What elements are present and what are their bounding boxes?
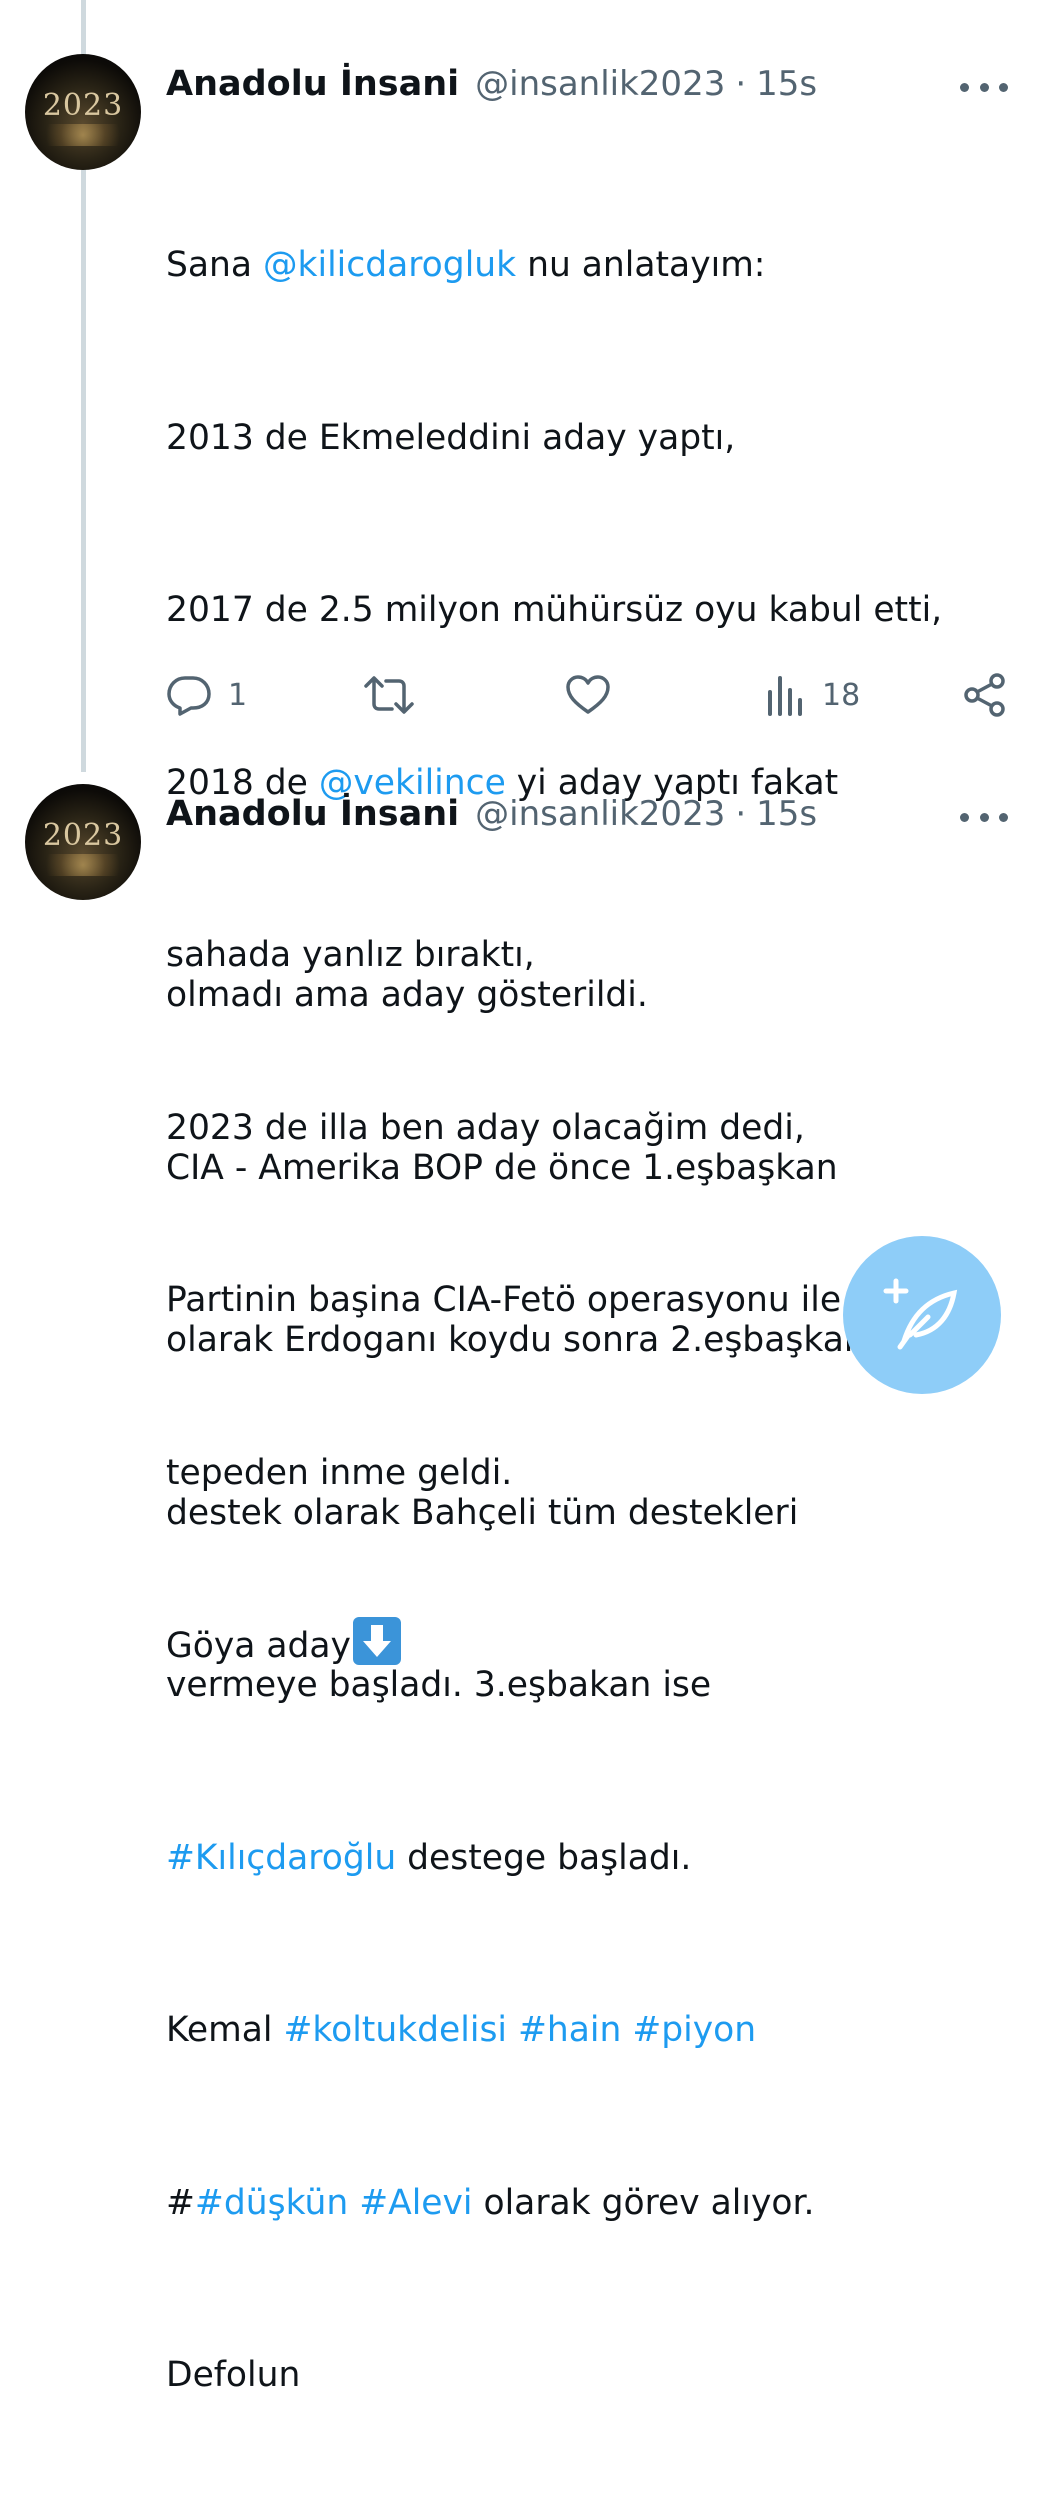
avatar-text: 2023 bbox=[42, 88, 124, 123]
avatar[interactable]: 2023 bbox=[25, 784, 141, 900]
hashtag-link[interactable]: #hain bbox=[518, 2010, 621, 2050]
timestamp[interactable]: 15s bbox=[756, 64, 817, 104]
avatar-text: 2023 bbox=[42, 818, 124, 853]
text-span: Sana bbox=[166, 245, 264, 285]
tweet-line: destek olarak Bahçeli tüm destekleri bbox=[166, 1492, 799, 1533]
timestamp[interactable]: 15s bbox=[756, 794, 817, 834]
text-span: nu anlatayım: bbox=[516, 245, 766, 285]
text-span: Kemal bbox=[166, 2010, 284, 2050]
text-span: # bbox=[166, 2182, 195, 2223]
hashtag-link[interactable]: #piyon bbox=[632, 2010, 756, 2050]
tweet-line: olmadı ama aday gösterildi. bbox=[166, 975, 648, 1015]
views-count: 18 bbox=[822, 677, 861, 713]
tweet-header: Anadolu İnsani @insanlik2023 · 15s bbox=[166, 792, 817, 836]
tweet-line: CIA - Amerika BOP de önce 1.eşbaşkan bbox=[166, 1147, 838, 1188]
avatar-sparkle bbox=[35, 124, 131, 146]
tweet-header: Anadolu İnsani @insanlik2023 · 15s bbox=[166, 62, 817, 106]
text-span: olarak görev alıyor. bbox=[472, 2182, 815, 2223]
text-span: destege başladı. bbox=[396, 1837, 692, 1878]
display-name[interactable]: Anadolu İnsani bbox=[166, 64, 459, 104]
retweet-icon bbox=[364, 676, 414, 714]
avatar[interactable]: 2023 bbox=[25, 54, 141, 170]
tweet-line: Sana @kilicdarogluk nu anlatayım: bbox=[166, 237, 1026, 295]
display-name[interactable]: Anadolu İnsani bbox=[166, 794, 459, 834]
retweet-button[interactable] bbox=[362, 667, 416, 723]
compose-tweet-button[interactable] bbox=[843, 1236, 1001, 1394]
tweet-line: vermeye başladı. 3.eşbakan ise bbox=[166, 1665, 712, 1705]
reply-button[interactable]: 1 bbox=[166, 667, 247, 723]
tweet-text: olmadı ama aday gösterildi. CIA - Amerik… bbox=[166, 852, 1026, 2520]
tweet-actions: 1 18 bbox=[0, 667, 1056, 723]
separator-dot: · bbox=[735, 794, 747, 834]
avatar-sparkle bbox=[35, 854, 131, 876]
reply-count: 1 bbox=[228, 677, 248, 713]
tweet-line: #Kılıçdaroğlu destege başladı. bbox=[166, 1830, 1026, 1888]
share-icon bbox=[964, 673, 1005, 717]
views-button[interactable]: 18 bbox=[766, 667, 860, 723]
tweet-line: Defolun bbox=[166, 2355, 301, 2395]
tweet-line: Kemal #koltukdelisi #hain #piyon bbox=[166, 2002, 1026, 2060]
tweet-line: 2013 de Ekmeleddini aday yaptı, bbox=[166, 417, 736, 458]
hashtag-link[interactable]: #koltukdelisi bbox=[283, 2010, 507, 2050]
mention-link[interactable]: @kilicdarogluk bbox=[263, 245, 516, 285]
like-icon bbox=[566, 675, 610, 714]
tweet-line: 2017 de 2.5 milyon mühürsüz oyu kabul et… bbox=[166, 590, 943, 630]
more-icon[interactable] bbox=[960, 802, 1008, 832]
like-button[interactable] bbox=[565, 667, 611, 723]
views-icon bbox=[768, 676, 802, 716]
hashtag-link[interactable]: #Alevi bbox=[359, 2183, 472, 2223]
user-handle[interactable]: @insanlik2023 bbox=[475, 794, 725, 834]
reply-icon bbox=[167, 676, 211, 716]
hashtag-link[interactable]: #düşkün bbox=[195, 2183, 348, 2223]
share-button[interactable] bbox=[962, 667, 1008, 723]
compose-tweet-icon bbox=[883, 1278, 958, 1350]
user-handle[interactable]: @insanlik2023 bbox=[475, 64, 725, 104]
hashtag-link[interactable]: #Kılıçdaroğlu bbox=[166, 1838, 396, 1878]
tweet-line: ##düşkün #Alevi olarak görev alıyor. bbox=[166, 2175, 1026, 2233]
more-icon[interactable] bbox=[960, 72, 1008, 102]
separator-dot: · bbox=[735, 64, 747, 104]
